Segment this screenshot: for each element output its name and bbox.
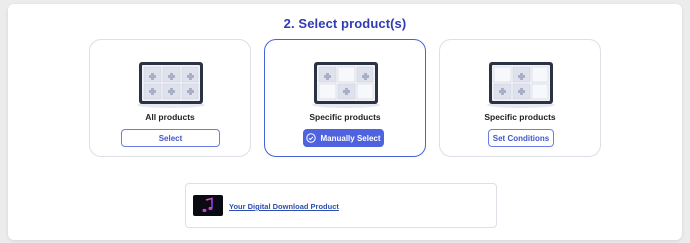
option-card-specific-manual[interactable]: Specific products Manually Select bbox=[264, 39, 426, 157]
option-card-specific-conditions[interactable]: Specific products Set Conditions bbox=[439, 39, 601, 157]
check-circle-icon bbox=[306, 133, 317, 143]
tablet-grid-all-icon bbox=[137, 62, 205, 108]
select-products-panel: 2. Select product(s) All products Select bbox=[8, 4, 682, 240]
tablet-grid-partial-icon bbox=[312, 62, 380, 108]
manually-select-button[interactable]: Manually Select bbox=[303, 129, 384, 147]
product-name-link[interactable]: Your Digital Download Product bbox=[229, 202, 339, 211]
tablet-grid-conditions-icon bbox=[487, 62, 555, 108]
selected-product-item: Your Digital Download Product bbox=[185, 183, 497, 228]
music-note-icon bbox=[202, 197, 213, 213]
option-title: Specific products bbox=[484, 112, 556, 122]
option-card-all-products[interactable]: All products Select bbox=[89, 39, 251, 157]
product-thumbnail bbox=[193, 195, 223, 216]
section-title: 2. Select product(s) bbox=[283, 16, 407, 31]
manually-select-label: Manually Select bbox=[320, 133, 381, 143]
select-button[interactable]: Select bbox=[121, 129, 220, 147]
option-title: All products bbox=[145, 112, 195, 122]
set-conditions-button[interactable]: Set Conditions bbox=[488, 129, 554, 147]
option-title: Specific products bbox=[309, 112, 381, 122]
